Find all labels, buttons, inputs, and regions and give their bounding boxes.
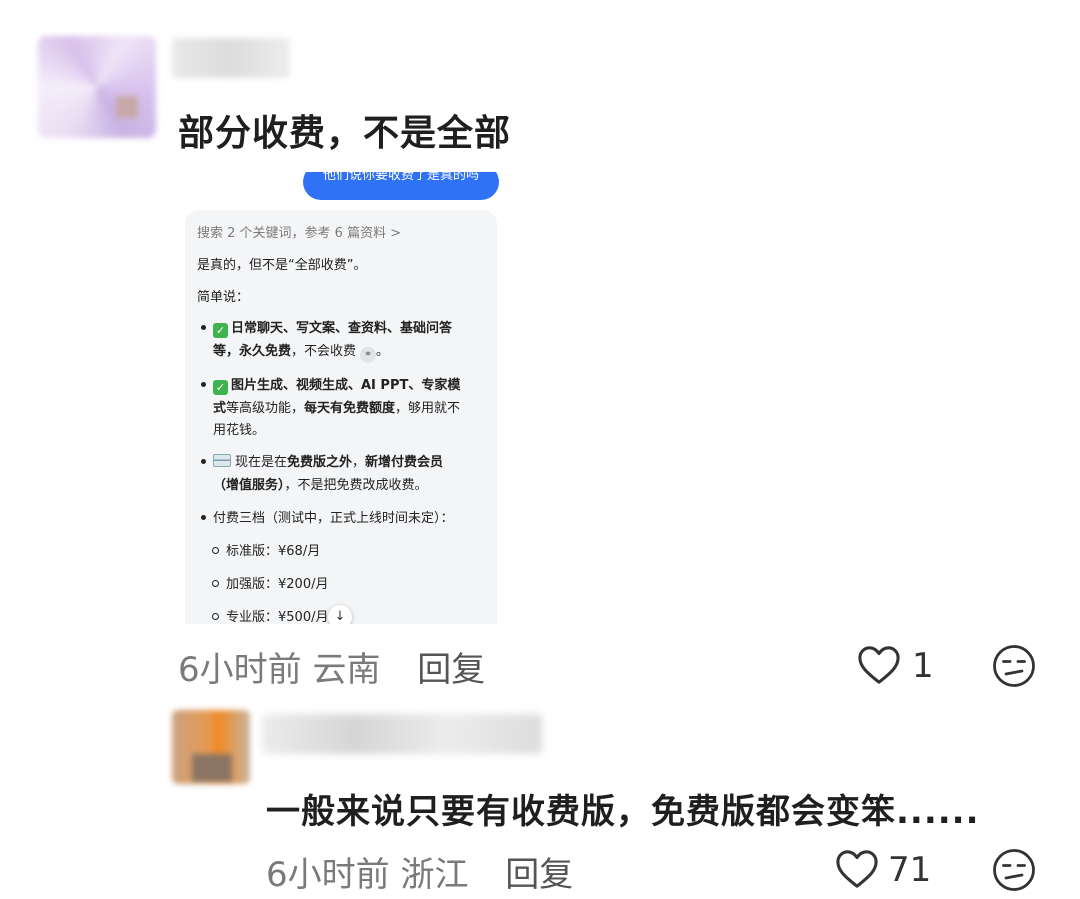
- bullet-text: 付费三档（测试中，正式上线时间未定）：: [213, 511, 454, 526]
- bullet-text: （增值服务），不是把免费改成收费。: [213, 478, 428, 493]
- tier-item: 加强版：¥200/月: [226, 577, 329, 592]
- bullet-text: 现在是在免费版之外，新增付费会员: [213, 451, 443, 470]
- avatar[interactable]: [38, 36, 156, 138]
- meh-face-icon[interactable]: [992, 848, 1036, 892]
- down-arrow-icon[interactable]: ↓: [328, 605, 352, 624]
- answer-line: 是真的，但不是“全部收费”。: [197, 258, 367, 273]
- bullet-text: 式等高级功能，每天有免费额度，够用就不: [213, 401, 461, 416]
- comment-location: 浙江: [400, 855, 469, 895]
- check-icon: ✓: [213, 380, 228, 395]
- attached-screenshot[interactable]: 他们说你要收费了是真的吗 搜索 2 个关键词，参考 6 篇资料 > 是真的，但不…: [183, 172, 501, 624]
- like-count: 71: [888, 850, 932, 890]
- bullet-text: 用花钱。: [213, 423, 266, 438]
- heart-icon[interactable]: [834, 848, 880, 890]
- comment-meta: 6小时前 云南 回复: [178, 642, 485, 691]
- answer-card: 搜索 2 个关键词，参考 6 篇资料 > 是真的，但不是“全部收费”。 简单说：…: [185, 210, 497, 624]
- comment-time: 6小时前: [266, 855, 390, 895]
- avatar[interactable]: [172, 710, 250, 784]
- reply-button[interactable]: 回复: [417, 650, 485, 690]
- answer-line: 简单说：: [197, 290, 250, 305]
- comment-text: 部分收费，不是全部: [178, 113, 512, 154]
- chat-bubble: 他们说你要收费了是真的吗: [303, 172, 499, 200]
- reply-button[interactable]: 回复: [505, 855, 573, 895]
- meh-face-icon[interactable]: [992, 644, 1036, 688]
- username-blurred[interactable]: [172, 38, 290, 78]
- comment-time: 6小时前: [178, 650, 302, 690]
- card-icon: [213, 454, 231, 467]
- tier-item: 标准版：¥68/月: [226, 544, 321, 559]
- link-icon[interactable]: ⚭: [360, 347, 377, 363]
- bullet-text: 等，永久免费，不会收费 ⚭。: [213, 340, 389, 363]
- comment-location: 云南: [312, 650, 381, 690]
- search-info: 搜索 2 个关键词，参考 6 篇资料 >: [197, 226, 402, 241]
- check-icon: ✓: [213, 323, 228, 338]
- comment-text: 一般来说只要有收费版，免费版都会变笨......: [266, 792, 980, 832]
- username-blurred[interactable]: [262, 714, 542, 754]
- like-count: 1: [912, 646, 934, 686]
- heart-icon[interactable]: [856, 644, 902, 686]
- bullet-text: ✓ 日常聊天、写文案、查资料、基础问答: [213, 317, 452, 338]
- bullet-text: ✓ 图片生成、视频生成、AI PPT、专家模: [213, 374, 460, 395]
- comment-meta: 6小时前 浙江 回复: [266, 847, 573, 896]
- tier-item: 专业版：¥500/月: [226, 610, 329, 624]
